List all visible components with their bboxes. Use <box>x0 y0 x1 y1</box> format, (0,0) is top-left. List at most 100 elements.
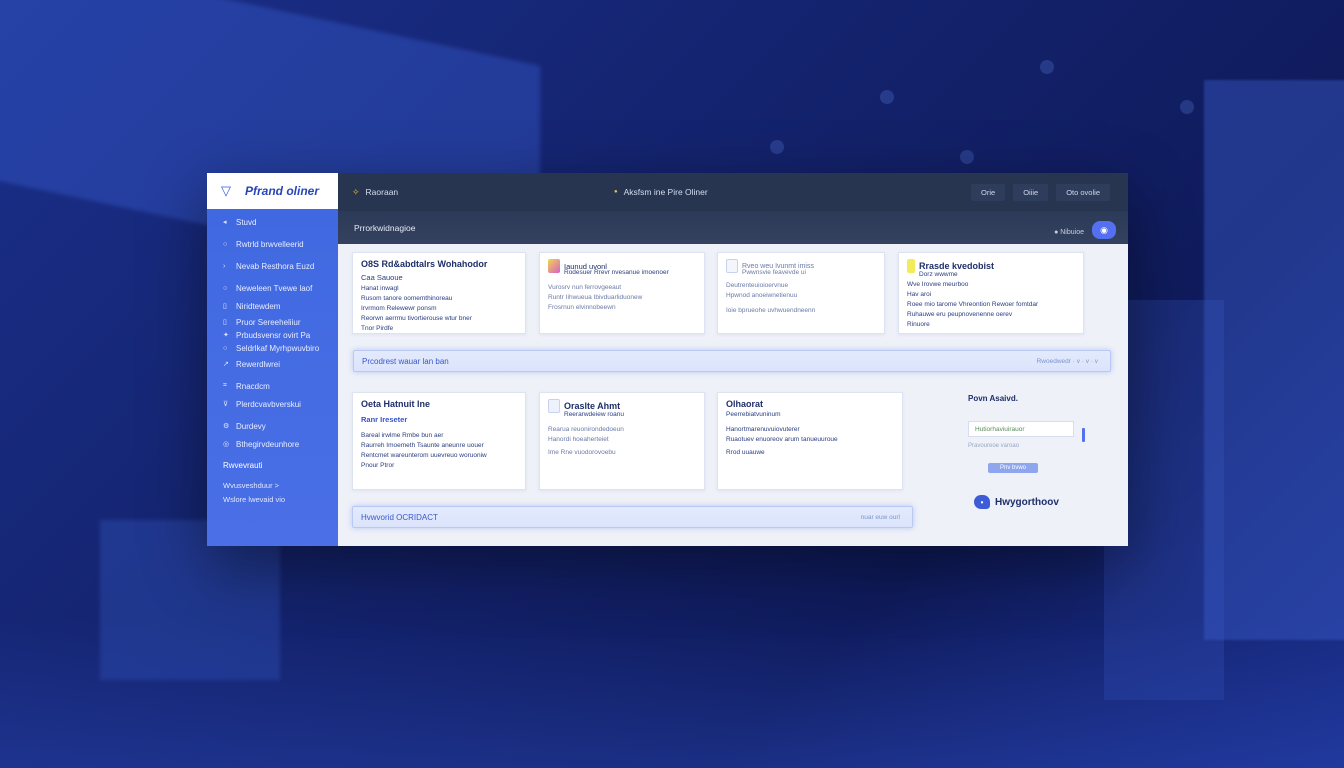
highlight-icon <box>907 259 915 273</box>
circle-icon: ◎ <box>223 441 230 448</box>
sidebar-item[interactable]: ○ Rwtrld brwvelleerid <box>207 235 338 253</box>
top-button[interactable]: Orie <box>971 183 1006 201</box>
logo-icon: ▽ <box>221 183 231 198</box>
card-line: Reorwn aerrmu tivortierouse wtur bner <box>361 315 472 322</box>
side-panel: Povn Asaivd. Hutiorhaviuirauor Pravoureo… <box>958 394 1118 509</box>
background-dot <box>1040 60 1054 74</box>
sidebar-item[interactable]: ⌗ Rnacdcm <box>207 377 338 395</box>
card-line: Roee mio tarome Vhreontion Rewoer fomtda… <box>907 301 1039 308</box>
filter-bar[interactable]: Hvwvorid OCRIDACT nuar euw ourl <box>352 506 913 528</box>
card-line: Ruhauwe eru peupnovenenne oerev <box>907 311 1013 318</box>
top-button[interactable]: Oto ovolie <box>1056 183 1110 201</box>
arrow-icon: ↗ <box>223 361 229 368</box>
circle-icon: ○ <box>223 344 228 352</box>
sidebar-item[interactable]: ✦ Prbudsvensr ovirt Pa <box>207 329 338 341</box>
card-line: Bareal irwlme Rmbe bun aer <box>361 432 444 439</box>
star-icon: ✦ <box>223 332 229 339</box>
card-title: Oeta Hatnuit lne <box>361 399 431 409</box>
partner-logo-text: Hwygorthoov <box>995 496 1059 508</box>
sidebar-item[interactable]: › Nevab Resthora Euzd <box>207 257 338 275</box>
side-panel-title: Povn Asaivd. <box>968 394 1018 403</box>
status-dot-icon: ● <box>614 189 618 195</box>
page-title: Prrorkwidnagioe <box>354 222 416 233</box>
card-title: Oraslte Ahmt <box>564 401 621 411</box>
slider-handle[interactable] <box>1082 428 1085 442</box>
document-icon <box>548 399 560 413</box>
card[interactable]: O8S Rd&abdtalrs Wohahodor Caa Sauoue Han… <box>352 252 526 334</box>
sidebar-item[interactable]: ⚙ Durdevy <box>207 417 338 435</box>
card-line: Ruaotuev enuoreov arum tanueuuroue <box>726 436 838 443</box>
app-window: ▽ Pfrand oliner ◂ Stuvd ○ Rwtrld brwvellee… <box>207 173 1128 546</box>
sidebar-item-label: Durdevy <box>236 421 266 431</box>
sidebar-item[interactable]: ⊽ Plerdcvavbverskui <box>207 395 338 413</box>
background-dot <box>960 150 974 164</box>
brand[interactable]: ▽ Pfrand oliner <box>207 173 338 209</box>
card-line: Rinuore <box>907 321 930 328</box>
chat-button[interactable]: ◉ <box>1092 221 1116 239</box>
filter-bar-controls[interactable]: nuar euw ourl <box>861 514 900 521</box>
card-line: Hpwnod anoeiwnetienuu <box>726 292 798 299</box>
sidebar-item[interactable]: ◎ Bthegirvdeunhore <box>207 435 338 453</box>
sidebar-item-label: Stuvd <box>236 217 257 227</box>
sidebar-item[interactable]: ○ Neweleen Tvewe laof <box>207 279 338 297</box>
star-icon: ✧ <box>352 186 360 197</box>
chart-icon: ⊽ <box>223 401 229 408</box>
card-line: Rrod uuauwe <box>726 449 765 456</box>
brand-name: Pfrand oliner <box>245 184 320 198</box>
content-area: O8S Rd&abdtalrs Wohahodor Caa Sauoue Han… <box>338 244 1128 546</box>
card-line: Hanordi hoeaherteiet <box>548 436 609 443</box>
card-line: Rodesuer Rrevr nvesanue imoenoer <box>564 269 669 276</box>
filter-bar[interactable]: Prcodrest wauar lan ban Rwoedwedr · v · … <box>353 350 1111 372</box>
card[interactable]: Oraslte Ahmt Reerarwdeiew roanu Rearua r… <box>539 392 705 490</box>
top-actions: Orie Oiiie Oto ovolie <box>971 183 1110 201</box>
filter-bar-controls[interactable]: Rwoedwedr · v · v · v <box>1037 358 1098 365</box>
sidebar-item-label: Neweleen Tvewe laof <box>236 283 313 293</box>
card-subtitle: Ranr Ireseter <box>361 415 408 424</box>
card[interactable]: Iaunud uvonl Rodesuer Rrevr nvesanue imo… <box>539 252 705 334</box>
sidebar-item[interactable]: ○ Seldrlkaf Myrhpwuvbiro <box>207 341 338 355</box>
card-line: Rentcmet wareunterom uuevreuo woruoniw <box>361 452 487 459</box>
background-dot <box>1180 100 1194 114</box>
card-line: Tnor Pirdfe <box>361 325 394 332</box>
card-line: Peerrebiatvuninum <box>726 411 781 418</box>
sidebar-item[interactable]: ▯ Niridtewdem <box>207 297 338 315</box>
card-line: Hav aroi <box>907 291 932 298</box>
sidebar-item-label: Bthegirvdeunhore <box>236 439 300 449</box>
top-left[interactable]: ✧ Raoraan <box>352 187 398 198</box>
status-text: ● Nibuioe <box>1054 229 1084 236</box>
card-line: Reerarwdeiew roanu <box>564 411 624 418</box>
sidebar-section-title: Rwvevrauti <box>223 461 263 470</box>
card-line: Frosrnun elvinnobeewn <box>548 304 616 311</box>
sidebar-nav: ◂ Stuvd ○ Rwtrld brwvelleerid › Nevab Resth… <box>207 209 338 453</box>
filter-bar-label: Hvwvorid OCRIDACT <box>361 512 438 522</box>
chat-bubble-icon: • <box>974 495 990 509</box>
hash-icon: ⌗ <box>223 382 227 389</box>
side-panel-button[interactable]: Pnv bvwo <box>988 463 1038 473</box>
partner-logo: • Hwygorthoov <box>974 495 1118 509</box>
sidebar-sub-item[interactable]: Wslore lwevaid vio <box>207 492 338 506</box>
card-line: Irvrmom Relewewr ponsm <box>361 305 437 312</box>
sidebar-item[interactable]: ↗ Rewerdlwrei <box>207 355 338 373</box>
card-line: Rusom tanore oomemthinoreau <box>361 295 453 302</box>
sidebar-sub-item[interactable]: Wvusveshduur > <box>207 478 338 492</box>
status-label: Nibuioe <box>1060 229 1084 236</box>
side-panel-input[interactable]: Hutiorhaviuirauor <box>968 421 1074 437</box>
background-shape <box>1204 80 1344 640</box>
top-bar: ✧ Raoraan ● Aksfsm ine Pire Oliner Orie … <box>338 173 1128 211</box>
card-line: Hanat inwagl <box>361 285 399 292</box>
card-line: Wve Irovwe meurboo <box>907 281 969 288</box>
gear-icon: ⚙ <box>223 423 230 430</box>
card[interactable]: Rveo weu Ivunmt imiss Pwwnsvie feavevde … <box>717 252 885 334</box>
sidebar-item[interactable]: ▯ Pruor Sereeheliiur <box>207 315 338 329</box>
top-button[interactable]: Oiiie <box>1013 183 1049 201</box>
card[interactable]: Olhaorat Peerrebiatvuninum Hanortmarenuv… <box>717 392 903 490</box>
sidebar-item-label: Niridtewdem <box>236 301 281 311</box>
card[interactable]: Oeta Hatnuit lne Ranr Ireseter Bareal ir… <box>352 392 526 490</box>
card-title: Rrasde kvedobist <box>919 261 995 271</box>
card-line: Runtr Iihwueua Ibivduarliduonew <box>548 294 643 301</box>
chevron-icon: › <box>223 262 226 270</box>
filter-bar-label: Prcodrest wauar lan ban <box>362 356 449 366</box>
card[interactable]: Rrasde kvedobist Dorz wwwme Wve Irovwe m… <box>898 252 1084 334</box>
thumbnail-icon <box>548 259 560 273</box>
sidebar-item[interactable]: ◂ Stuvd <box>207 213 338 231</box>
